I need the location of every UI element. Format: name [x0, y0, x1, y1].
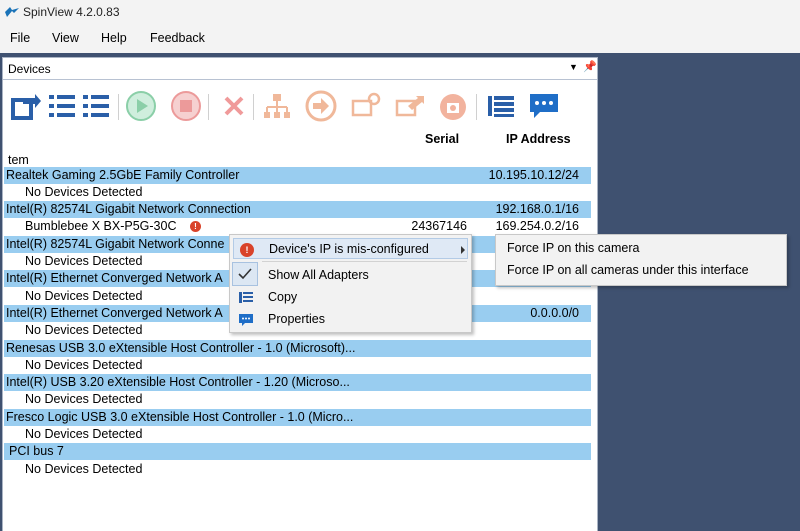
toolbar-separator — [118, 94, 119, 120]
panel-dropdown-icon[interactable]: ▼ — [569, 62, 578, 72]
no-devices-label: No Devices Detected — [25, 392, 143, 406]
camera-export-icon[interactable] — [394, 90, 426, 122]
menu-item-label: Force IP on this camera — [507, 241, 640, 255]
context-menu: ! Device's IP is mis-configured Show All… — [229, 234, 472, 333]
no-devices-label: No Devices Detected — [25, 358, 143, 372]
menu-item-show-all-adapters[interactable]: Show All Adapters — [233, 265, 468, 286]
toolbar-separator — [476, 94, 477, 120]
no-devices-label: No Devices Detected — [25, 323, 143, 337]
column-serial[interactable]: Serial — [425, 132, 459, 146]
panel-title: Devices — [8, 62, 51, 76]
no-devices-row: No Devices Detected — [4, 184, 591, 201]
no-devices-label: No Devices Detected — [25, 254, 143, 268]
forward-arrow-icon[interactable] — [305, 90, 337, 122]
spinview-logo-icon — [5, 7, 19, 17]
adapter-name: Renesas USB 3.0 eXtensible Host Controll… — [6, 341, 356, 355]
delete-icon[interactable] — [218, 90, 250, 122]
no-devices-row: No Devices Detected — [4, 426, 591, 443]
force-ip-submenu: Force IP on this camera Force IP on all … — [495, 234, 787, 286]
adapter-ip: 10.195.10.12/24 — [488, 168, 579, 182]
adapter-row[interactable]: Realtek Gaming 2.5GbE Family Controller … — [4, 167, 591, 184]
menu-item-misconfigured[interactable]: ! Device's IP is mis-configured — [233, 238, 468, 259]
stop-icon[interactable] — [170, 90, 202, 122]
menu-item-copy[interactable]: Copy — [233, 287, 468, 308]
no-devices-label: No Devices Detected — [25, 462, 143, 476]
devices-toolbar — [3, 80, 597, 135]
adapter-name: Intel(R) USB 3.20 eXtensible Host Contro… — [6, 375, 350, 389]
menu-item-label: Copy — [268, 290, 298, 304]
menu-file[interactable]: File — [10, 31, 30, 45]
list-view-icon[interactable] — [46, 90, 78, 122]
panel-header: Devices ▼ 📌 — [3, 58, 597, 80]
menu-item-properties[interactable]: Properties — [233, 309, 468, 330]
adapter-row[interactable]: Renesas USB 3.0 eXtensible Host Controll… — [4, 340, 591, 357]
adapter-name: Fresco Logic USB 3.0 eXtensible Host Con… — [6, 410, 354, 424]
adapter-name: Intel(R) 82574L Gigabit Network Conne — [6, 237, 225, 251]
menu-item-force-ip-all[interactable]: Force IP on all cameras under this inter… — [499, 260, 783, 281]
no-devices-label: No Devices Detected — [25, 427, 143, 441]
adapter-name: Intel(R) Ethernet Converged Network A — [6, 271, 223, 285]
toolbar-separator — [253, 94, 254, 120]
camera-row[interactable]: Bumblebee X BX-P5G-30C ! 24367146 169.25… — [4, 218, 591, 235]
detail-list-icon[interactable] — [80, 90, 112, 122]
copy-list-icon — [239, 292, 253, 303]
menu-item-label: Force IP on all cameras under this inter… — [507, 263, 749, 277]
column-ip-address[interactable]: IP Address — [506, 132, 571, 146]
no-devices-row: No Devices Detected — [4, 461, 591, 478]
camera-settings-icon[interactable] — [350, 90, 382, 122]
connect-icon[interactable] — [11, 90, 43, 122]
no-devices-label: No Devices Detected — [25, 185, 143, 199]
title-bar: SpinView 4.2.0.83 — [0, 0, 800, 25]
menu-help[interactable]: Help — [101, 31, 127, 45]
menu-item-force-ip-camera[interactable]: Force IP on this camera — [499, 238, 783, 259]
menu-bar: File View Help Feedback — [0, 25, 800, 53]
no-devices-row: No Devices Detected — [4, 391, 591, 408]
no-devices-row: No Devices Detected — [4, 357, 591, 374]
play-icon[interactable] — [125, 90, 157, 122]
window-title: SpinView 4.2.0.83 — [23, 5, 120, 19]
tree-root-label: tem — [8, 153, 29, 167]
menu-item-label: Show All Adapters — [268, 268, 369, 282]
properties-chat-icon — [239, 314, 253, 326]
reset-camera-icon[interactable] — [437, 90, 469, 122]
menu-view[interactable]: View — [52, 31, 79, 45]
properties-list-icon[interactable] — [485, 90, 517, 122]
camera-ip: 169.254.0.2/16 — [495, 219, 579, 233]
submenu-arrow-icon — [461, 246, 465, 254]
menu-item-label: Properties — [268, 312, 325, 326]
pin-icon[interactable]: 📌 — [583, 60, 597, 73]
menu-feedback[interactable]: Feedback — [150, 31, 205, 45]
menu-item-label: Device's IP is mis-configured — [269, 242, 429, 256]
checkmark-box — [232, 262, 258, 286]
adapter-row[interactable]: PCI bus 7 — [4, 443, 591, 460]
warning-icon: ! — [240, 243, 254, 257]
adapter-row[interactable]: Intel(R) 82574L Gigabit Network Connecti… — [4, 201, 591, 218]
chat-feedback-icon[interactable] — [528, 90, 560, 122]
adapter-ip: 192.168.0.1/16 — [495, 202, 579, 216]
menu-separator — [262, 261, 467, 262]
no-devices-label: No Devices Detected — [25, 289, 143, 303]
adapter-row[interactable]: Intel(R) USB 3.20 eXtensible Host Contro… — [4, 374, 591, 391]
adapter-row[interactable]: Fresco Logic USB 3.0 eXtensible Host Con… — [4, 409, 591, 426]
checkmark-icon — [238, 268, 252, 280]
toolbar-separator — [208, 94, 209, 120]
adapter-name: PCI bus 7 — [9, 444, 64, 458]
network-icon[interactable] — [261, 90, 293, 122]
